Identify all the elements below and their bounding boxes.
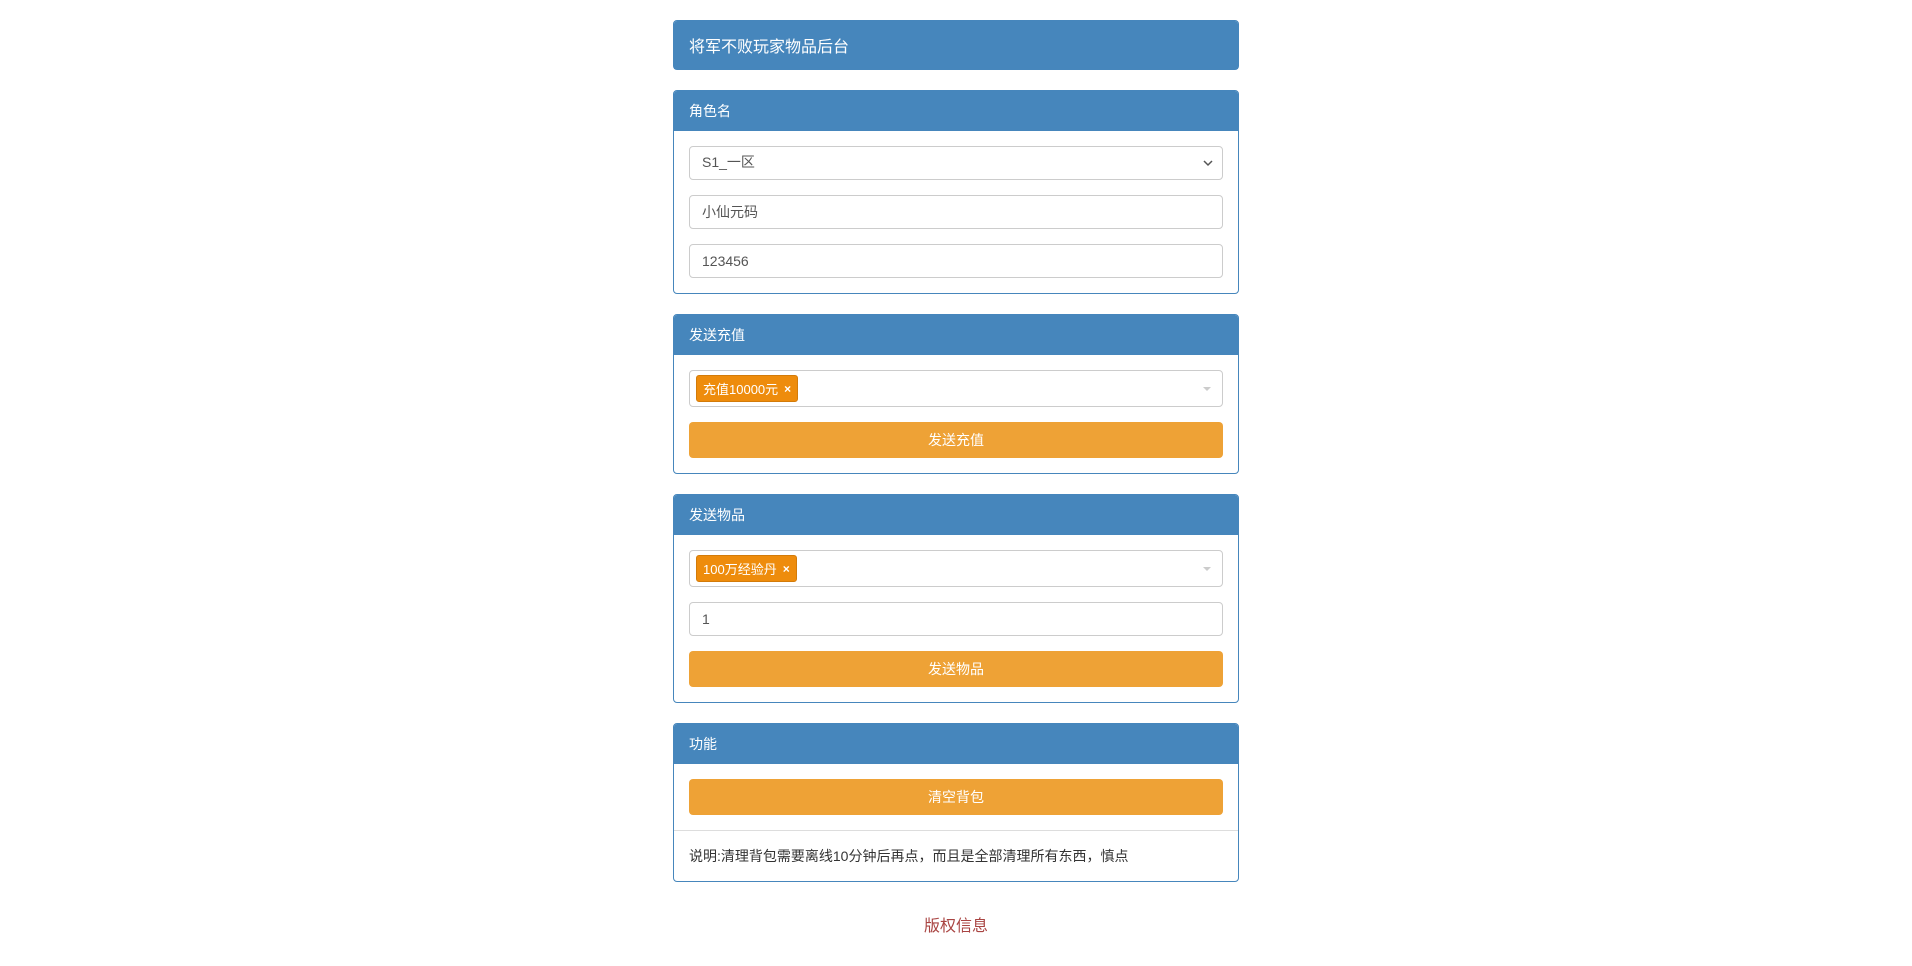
recharge-multiselect[interactable]: 充值10000元 × [689,370,1223,407]
page-title: 将军不败玩家物品后台 [674,21,1238,69]
recharge-tag: 充值10000元 × [696,375,798,402]
role-panel-title: 角色名 [674,91,1238,131]
close-icon[interactable]: × [783,562,790,576]
recharge-panel-title: 发送充值 [674,315,1238,355]
item-tag-label: 100万经验丹 [703,559,777,578]
items-panel-title: 发送物品 [674,495,1238,535]
close-icon[interactable]: × [784,382,791,396]
divider [674,830,1238,831]
server-select[interactable]: S1_一区 [689,146,1223,180]
send-items-button[interactable]: 发送物品 [689,651,1223,687]
items-multiselect[interactable]: 100万经验丹 × [689,550,1223,587]
footer-copyright: 版权信息 [673,912,1239,936]
items-panel: 发送物品 100万经验丹 × 发送物品 [673,494,1239,703]
actions-panel-title: 功能 [674,724,1238,764]
clear-bag-button[interactable]: 清空背包 [689,779,1223,815]
recharge-panel: 发送充值 充值10000元 × 发送充值 [673,314,1239,474]
password-input[interactable] [689,244,1223,278]
quantity-input[interactable] [689,602,1223,636]
chevron-down-icon [1202,381,1216,397]
recharge-tag-label: 充值10000元 [703,379,778,398]
username-input[interactable] [689,195,1223,229]
chevron-down-icon [1202,561,1216,577]
send-recharge-button[interactable]: 发送充值 [689,422,1223,458]
item-tag: 100万经验丹 × [696,555,797,582]
header-panel: 将军不败玩家物品后台 [673,20,1239,70]
server-select-wrapper: S1_一区 [689,146,1223,180]
actions-panel: 功能 清空背包 说明:清理背包需要离线10分钟后再点，而且是全部清理所有东西，慎… [673,723,1239,882]
help-text: 说明:清理背包需要离线10分钟后再点，而且是全部清理所有东西，慎点 [689,846,1223,866]
role-panel: 角色名 S1_一区 [673,90,1239,294]
